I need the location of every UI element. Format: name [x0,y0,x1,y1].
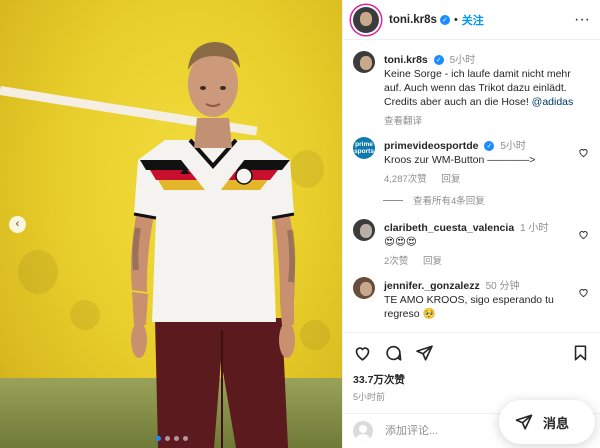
heart-icon[interactable] [578,287,589,298]
bookmark-icon[interactable] [572,344,589,362]
reply-button[interactable]: 回复 [423,256,442,267]
comment-time: 1 小时 [520,223,549,234]
current-user-avatar [353,421,373,441]
translate-link[interactable]: 查看翻译 [384,116,422,127]
caption-time: 5小时 [449,55,476,66]
author-username[interactable]: toni.kr8s [389,14,437,26]
commenter-avatar[interactable]: prime sports [353,137,375,159]
verified-badge-icon: ✓ [433,55,444,66]
comment-text: Kroos zur WM-Button ————> [384,154,536,166]
heart-icon[interactable] [578,147,589,158]
player-figure [131,42,296,448]
comment-input[interactable] [385,425,495,437]
author-avatar[interactable] [353,6,379,33]
verified-badge-icon: ✓ [484,141,495,152]
comment-time: 5小时 [500,141,526,152]
messages-button[interactable]: 消息 [499,400,595,444]
post-caption: toni.kr8s ✓ 5小时 Keine Sorge - ich laufe … [353,51,591,127]
carousel-dot [165,436,170,441]
post-side-panel: toni.kr8s ✓ • 关注 ··· toni.kr8s ✓ 5小时 Kei… [342,0,600,448]
post-photo[interactable]: ‹ [0,0,342,448]
caption-mention-link[interactable]: @adidas [532,96,574,108]
verified-badge-icon: ✓ [439,14,450,25]
carousel-dot [174,436,179,441]
comment-icon[interactable] [384,344,403,362]
heart-icon[interactable] [353,344,372,362]
comment-item: jennifer._gonzalezz 50 分钟 TE AMO KROOS, … [353,277,591,321]
view-replies-label[interactable]: 查看所有4条回复 [413,193,485,207]
comment-text: TE AMO KROOS, sigo esperando tu regreso … [384,294,554,320]
carousel-dot [183,436,188,441]
likes-count[interactable]: 33.7万次赞 [353,372,591,387]
comment-item: claribeth_cuesta_valencia 1 小时 😍😍😍 2次赞 回… [353,219,591,267]
avatar-brand-subtext: sports [354,148,374,155]
carousel-indicator [156,436,188,441]
paper-plane-icon [515,414,533,430]
comment-item: prime sports primevideosportde ✓ 5小时 Kro… [353,137,591,185]
share-icon[interactable] [415,344,434,362]
more-options-button[interactable]: ··· [574,11,590,29]
comment-time: 50 分钟 [485,281,520,292]
caption-text: Keine Sorge - ich laufe damit nicht mehr… [384,67,591,109]
carousel-prev-button[interactable]: ‹ [9,216,26,233]
replies-line-divider [383,199,403,201]
author-avatar[interactable] [353,51,375,73]
post-actions: 33.7万次赞 5小时前 [343,332,600,403]
avatar-brand-text: prime [355,141,373,148]
commenter-username[interactable]: claribeth_cuesta_valencia [384,222,514,234]
comments-list[interactable]: toni.kr8s ✓ 5小时 Keine Sorge - ich laufe … [343,41,600,332]
heart-icon[interactable] [578,229,589,240]
messages-label: 消息 [543,415,570,431]
commenter-avatar[interactable] [353,219,375,241]
commenter-username[interactable]: primevideosportde [384,140,479,152]
commenter-username[interactable]: jennifer._gonzalezz [384,280,480,292]
post-header: toni.kr8s ✓ • 关注 ··· [343,0,600,40]
separator-dot: • [453,13,458,26]
reply-button[interactable]: 回复 [441,174,460,185]
comment-likes[interactable]: 2次赞 [384,256,408,267]
commenter-avatar[interactable] [353,277,375,299]
comment-likes[interactable]: 4,287次赞 [384,174,427,185]
carousel-dot-active [156,436,161,441]
comment-text: 😍😍😍 [384,236,417,248]
caption-username[interactable]: toni.kr8s [384,54,428,66]
follow-button[interactable]: 关注 [462,12,484,28]
view-replies-link[interactable]: 查看所有4条回复 [383,193,591,207]
chevron-left-icon: ‹ [15,218,20,230]
